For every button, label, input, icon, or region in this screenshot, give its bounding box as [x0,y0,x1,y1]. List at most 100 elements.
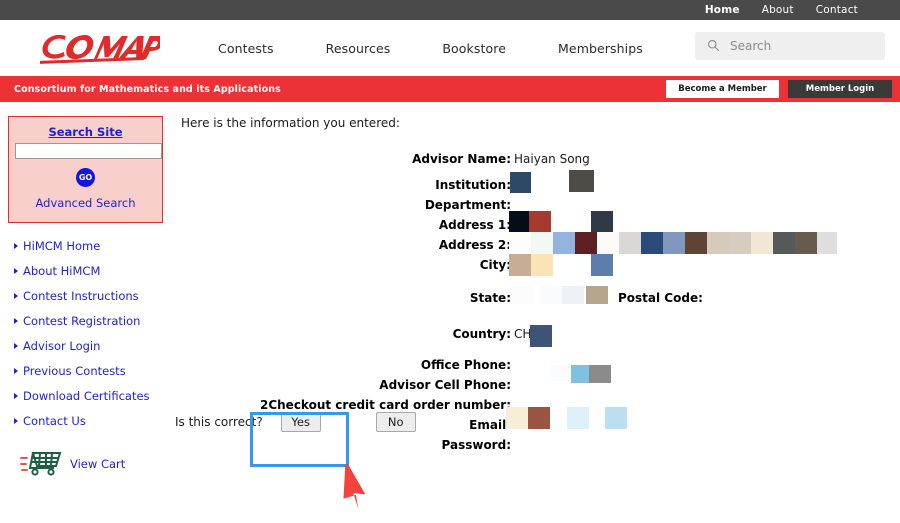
field-row-advisor-cell-phone: Advisor Cell Phone: [181,378,900,395]
redaction-block [591,211,613,233]
sidebar-item-label: Download Certificates [23,389,150,403]
field-label: Address 2: [438,238,511,252]
redaction-block [506,407,528,429]
chevron-right-icon [14,393,18,399]
sidebar-item-download-certificates[interactable]: Download Certificates [14,389,175,403]
redaction-block [509,211,529,233]
redaction-block [540,286,562,304]
yes-button[interactable]: Yes [280,412,321,432]
redaction-block [685,232,707,254]
redaction-block [529,211,551,233]
sidebar-item-about-himcm[interactable]: About HiMCM [14,264,175,278]
redaction-block [567,407,589,429]
sidebar-item-label: Contact Us [23,414,86,428]
nav-memberships[interactable]: Memberships [532,41,669,56]
sidebar-item-label: Previous Contests [23,364,126,378]
banner-title: Consortium for Mathematics and its Appli… [14,83,281,95]
redaction-block [605,407,627,429]
sidebar-item-contest-instructions[interactable]: Contest Instructions [14,289,175,303]
nav-bookstore[interactable]: Bookstore [416,41,532,56]
redaction-block [663,232,685,254]
redaction-block [530,325,552,347]
sidebar-item-label: Contest Registration [23,314,141,328]
redaction-block [562,286,584,304]
intro-text: Here is the information you entered: [181,116,400,130]
search-site-panel: Search Site GO Advanced Search [8,116,163,223]
field-row-password: Password: [181,438,900,455]
search-site-title: Search Site [48,125,123,139]
redaction-block [553,232,575,254]
chevron-right-icon [14,293,18,299]
chevron-right-icon [14,368,18,374]
sidebar-item-label: Contest Instructions [23,289,139,303]
redaction-block [641,232,663,254]
comap-logo[interactable] [40,27,160,69]
page-body: Search Site GO Advanced Search HiMCM Hom… [0,102,900,480]
field-label: Country: [452,327,511,341]
nav-resources[interactable]: Resources [300,41,417,56]
chevron-right-icon [14,318,18,324]
field-label: City: [479,258,511,272]
member-login-button[interactable]: Member Login [788,80,892,98]
redaction-block [707,232,729,254]
redaction-block [751,232,773,254]
redaction-block [512,286,534,304]
redaction-block [589,365,611,383]
field-label-state: State: [469,291,511,305]
field-label: Institution: [435,178,511,192]
redaction-block [531,254,553,276]
go-button[interactable]: GO [76,168,95,187]
redaction-block [586,286,608,304]
redaction-block [619,232,641,254]
top-nav-home[interactable]: Home [705,4,740,16]
sidebar-item-advisor-login[interactable]: Advisor Login [14,339,175,353]
chevron-right-icon [14,268,18,274]
field-row-institution: Institution: A [181,178,900,195]
chevron-right-icon [14,418,18,424]
field-label-postal-code: Postal Code: [618,291,703,305]
field-label: Department: [424,198,511,212]
sidebar-item-himcm-home[interactable]: HiMCM Home [14,239,175,253]
redaction-block [795,232,817,254]
sidebar-item-label: HiMCM Home [23,239,101,253]
view-cart-link[interactable]: View Cart [20,448,175,480]
top-nav-contact[interactable]: Contact [816,4,858,16]
no-button[interactable]: No [375,412,416,432]
view-cart-label: View Cart [70,457,126,471]
search-site-input[interactable] [15,143,162,159]
top-nav-about[interactable]: About [762,4,794,16]
site-header: Contests Resources Bookstore Memberships… [0,20,900,76]
chevron-right-icon [14,343,18,349]
header-search[interactable] [695,32,885,60]
advanced-search-link[interactable]: Advanced Search [15,196,156,210]
redaction-block [509,232,531,254]
redaction-block [591,254,613,276]
field-value: Haiyan Song [514,152,590,166]
sidebar-navigation: HiMCM Home About HiMCM Contest Instructi… [8,239,175,428]
field-label: Password: [441,438,512,452]
sidebar-item-previous-contests[interactable]: Previous Contests [14,364,175,378]
confirm-question: Is this correct? [175,415,263,429]
become-a-member-button[interactable]: Become a Member [666,80,779,98]
sidebar-item-contest-registration[interactable]: Contest Registration [14,314,175,328]
search-input[interactable] [728,38,868,54]
redaction-block [528,407,550,429]
field-label: 2Checkout credit card order number: [259,398,511,412]
field-label: Office Phone: [420,358,511,372]
shopping-cart-icon [20,448,64,480]
field-row-advisor-name: Advisor Name: Haiyan Song [181,152,900,169]
field-label: Advisor Cell Phone: [379,378,511,392]
sidebar-item-label: Advisor Login [23,339,101,353]
redaction-block [597,232,619,254]
main-navigation: Contests Resources Bookstore Memberships… [192,41,749,56]
field-label: Address 1: [438,218,511,232]
nav-contests[interactable]: Contests [192,41,300,56]
consortium-banner: Consortium for Mathematics and its Appli… [0,76,900,102]
redaction-block [551,365,573,381]
sidebar-item-contact-us[interactable]: Contact Us [14,414,175,428]
search-icon [707,37,720,56]
field-label: Advisor Name: [412,152,511,166]
chevron-right-icon [14,243,18,249]
sidebar-item-label: About HiMCM [23,264,101,278]
redaction-block [773,232,795,254]
